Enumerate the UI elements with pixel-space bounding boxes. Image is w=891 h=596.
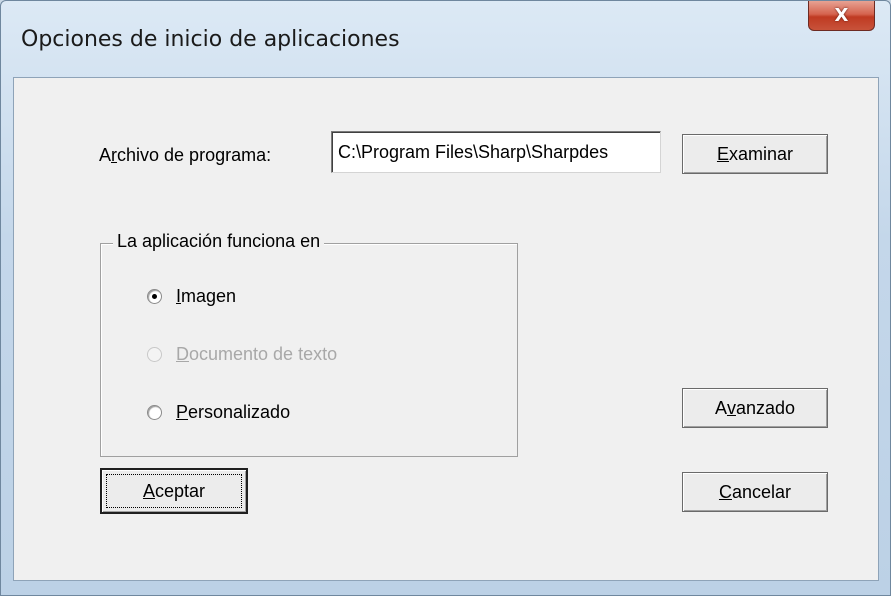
cancel-button[interactable]: Cancelar [682,472,828,512]
radio-checked-icon [147,289,162,304]
run-mode-groupbox: La aplicación funciona en Imagen Documen… [100,231,518,457]
program-file-input[interactable] [331,131,661,173]
radio-documento-texto-label: Documento de texto [176,344,338,364]
radio-personalizado-label: Personalizado [176,402,291,422]
close-icon: X [834,5,849,26]
program-file-label: Archivo de programa: [99,145,272,165]
title-bar: Opciones de inicio de aplicaciones X [1,1,890,77]
dialog-body: Archivo de programa: Examinar La aplicac… [13,77,879,581]
run-mode-legend: La aplicación funciona en [113,231,325,252]
radio-imagen[interactable]: Imagen [147,286,236,307]
radio-unchecked-icon [147,347,162,362]
radio-imagen-label: Imagen [176,286,237,306]
radio-unchecked-icon [147,405,162,420]
advanced-button[interactable]: Av anzado [682,388,828,428]
focus-rectangle [106,474,242,508]
radio-documento-texto: Documento de texto [147,344,337,365]
window-title: Opciones de inicio de aplicaciones [21,27,400,52]
close-button[interactable]: X [808,1,875,31]
radio-personalizado[interactable]: Personalizado [147,402,290,423]
dialog-window: Opciones de inicio de aplicaciones X Arc… [0,0,891,596]
browse-button[interactable]: Examinar [682,134,828,174]
ok-button[interactable]: Aceptar [100,468,248,514]
